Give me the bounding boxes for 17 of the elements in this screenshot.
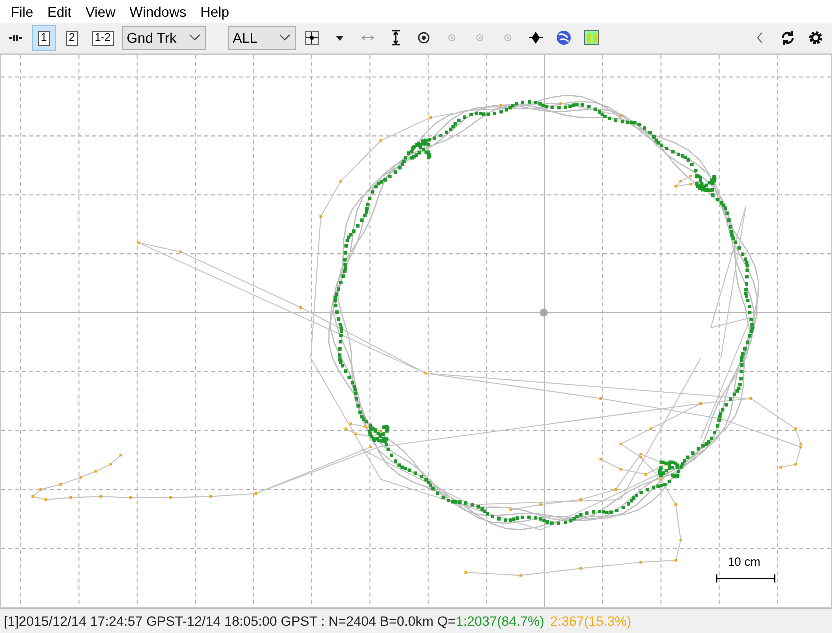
- status-text: [1]2015/12/14 17:24:57 GPST-12/14 18:05:00 GPST : N=2404 B=0.0km Q=: [4, 614, 456, 628]
- quality-dropdown[interactable]: ALL: [228, 26, 296, 50]
- chevron-down-icon: [278, 34, 291, 42]
- menu-item[interactable]: Help: [194, 4, 236, 20]
- menu-item[interactable]: View: [78, 4, 123, 20]
- solution-button[interactable]: 2: [60, 25, 84, 51]
- solution-button[interactable]: 1-2: [88, 25, 118, 51]
- scale-label: 10 cm: [728, 555, 761, 569]
- menu-item[interactable]: Edit: [40, 4, 79, 20]
- quality-count: 2:367(15.3%): [550, 614, 632, 628]
- menu-item[interactable]: File: [4, 4, 41, 20]
- solution-button[interactable]: 1: [32, 25, 56, 51]
- scale-bar-icon: [716, 574, 776, 584]
- chevron-down-icon: [188, 34, 201, 42]
- quality-count: 1:2037(84.7%): [456, 614, 544, 628]
- plot-type-dropdown[interactable]: Gnd Trk: [122, 26, 206, 50]
- menu-item[interactable]: Windows: [122, 4, 194, 20]
